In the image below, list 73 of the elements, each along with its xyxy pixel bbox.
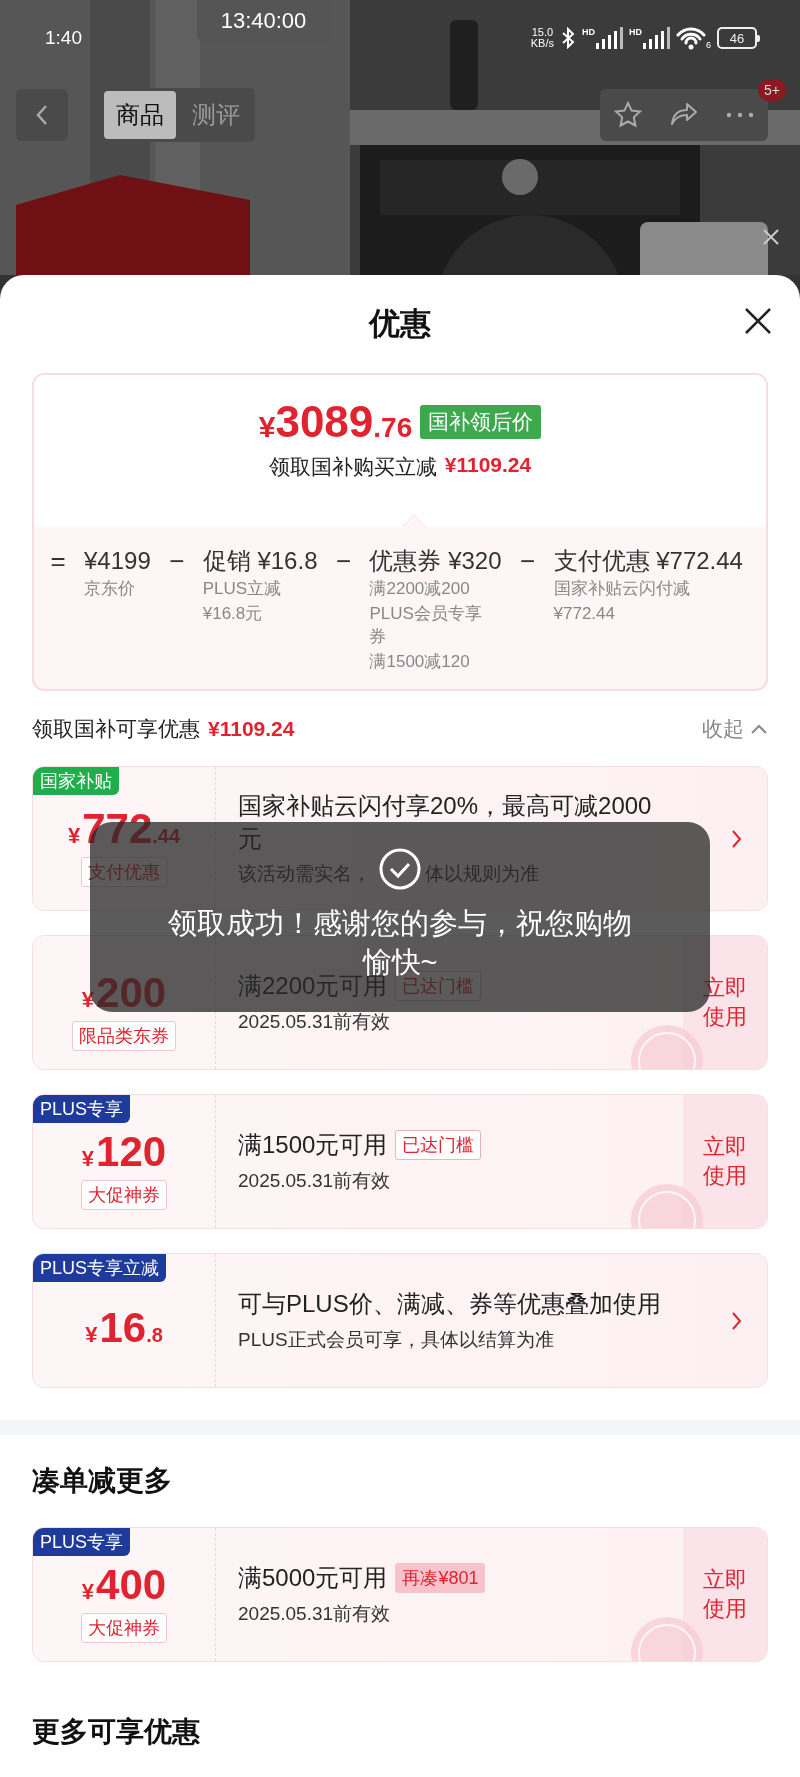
price-note: PLUS会员专享券 [369, 603, 483, 648]
close-icon [761, 227, 781, 247]
star-icon [614, 101, 642, 129]
price-tag: 国补领后价 [420, 405, 542, 439]
price-component: 优惠券 ¥320 [369, 546, 502, 576]
back-button[interactable] [16, 89, 68, 141]
coupon-title: 满1500元可用 [238, 1130, 388, 1161]
coupon-subtitle: 2025.05.31前有效 [238, 1168, 392, 1193]
claimed-stamp-icon [629, 1023, 705, 1069]
price-component: ¥4199 [84, 546, 151, 576]
section-amount: ¥1109.24 [208, 716, 295, 741]
coupon-amount: ¥16.8 [85, 1303, 163, 1352]
coupon-type-label: 限品类东券 [72, 1020, 176, 1051]
price-note: PLUS立减 [202, 578, 283, 600]
discount-amount: ¥1109.24 [444, 453, 532, 478]
wifi-label: 6 [706, 40, 711, 50]
price-note: 国家补贴云闪付减 [553, 578, 691, 600]
coupon-subtitle: 2025.05.31前有效 [238, 1601, 392, 1626]
coupon-tag: PLUS专享 [33, 1095, 131, 1123]
battery-cap [757, 34, 760, 42]
operator-sign: − [168, 545, 186, 577]
section-title: 领取国补可享优惠 [32, 715, 200, 742]
more-icon [726, 112, 754, 118]
operator-sign: − [518, 545, 537, 577]
claimed-stamp-icon [629, 1615, 705, 1661]
speed-unit: KB/s [530, 38, 554, 49]
chevron-right-icon [731, 1310, 743, 1331]
coupon-subtitle: PLUS正式会员可享，具体以结算为准 [238, 1327, 555, 1352]
price-note: 京东价 [84, 578, 136, 600]
price-component: 支付优惠 ¥772.44 [553, 546, 743, 576]
coupon-subtitle: 2025.05.31前有效 [238, 1009, 392, 1034]
bluetooth-icon [560, 27, 576, 49]
chevron-up-icon [750, 722, 768, 735]
discount-label: 领取国补购买立减 [268, 454, 437, 480]
operator-sign: = [49, 545, 67, 577]
coupon-title: 满5000元可用 [238, 1563, 388, 1594]
network-type-label: HD [582, 27, 595, 37]
threshold-tag: 已达门槛 [395, 1130, 482, 1161]
coupon-amount: ¥400 [81, 1560, 167, 1609]
status-time: 1:40 [45, 27, 82, 49]
network-speed: 15.0 [531, 27, 554, 38]
price-note: ¥772.44 [553, 603, 616, 625]
section-heading: 更多可享优惠 [31, 1715, 201, 1749]
chevron-right-icon [731, 828, 743, 849]
price-note: 满2200减200 [369, 578, 471, 600]
coupon-title: 可与PLUS价、满减、券等优惠叠加使用 [238, 1289, 661, 1320]
claimed-stamp-icon [629, 1182, 705, 1228]
operator-sign: − [334, 545, 353, 577]
collapse-button[interactable]: 收起 [702, 714, 768, 743]
signal-icon [643, 27, 670, 49]
check-circle-icon [379, 848, 421, 890]
wifi-icon [676, 26, 706, 50]
nav-tab[interactable]: 商品 [104, 91, 176, 139]
price-note: ¥16.8元 [202, 603, 264, 625]
coupon-type-label: 大促神券 [81, 1179, 167, 1210]
coupon-type-label: 大促神券 [81, 1612, 167, 1643]
final-price: ¥3089.76 [258, 397, 413, 447]
coupon-amount: ¥200 [81, 968, 167, 1017]
coupon-tag: PLUS专享 [33, 1528, 131, 1556]
price-note: 满1500减120 [369, 651, 471, 673]
coupon-tag: 国家补贴 [33, 767, 119, 795]
battery-level: 46 [717, 27, 757, 49]
coupon-amount: ¥120 [81, 1127, 167, 1176]
sheet-title: 优惠 [369, 305, 431, 343]
close-icon [743, 306, 773, 336]
signal-icon [596, 27, 623, 49]
network-type-label: HD [629, 27, 642, 37]
nav-tab[interactable]: 测评 [180, 91, 252, 139]
section-heading: 凑单减更多 [31, 1464, 173, 1498]
coupon-tag: PLUS专享立减 [33, 1254, 167, 1282]
notification-badge: 5+ [758, 79, 786, 101]
price-component: 促销 ¥16.8 [202, 546, 318, 576]
threshold-tag: 再凑¥801 [395, 1563, 486, 1594]
